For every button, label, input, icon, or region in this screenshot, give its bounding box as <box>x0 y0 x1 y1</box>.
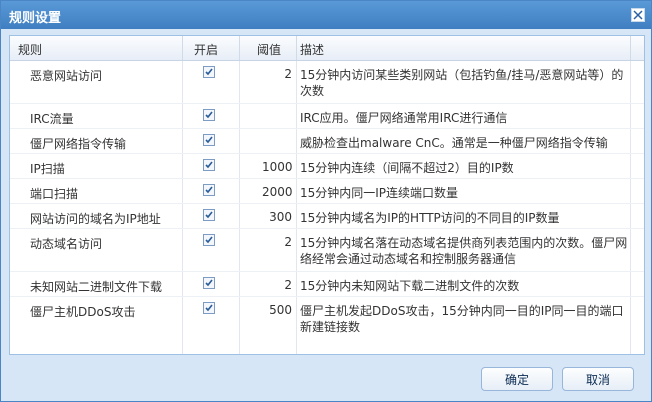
table-body: 恶意网站访问 2 15分钟内访问某些类别网站（包括钓鱼/挂马/恶意网站等）的次数… <box>10 61 644 354</box>
check-icon <box>205 304 213 312</box>
check-icon <box>205 236 213 244</box>
table-row[interactable]: 僵尸主机DDoS攻击 500 僵尸主机发起DDoS攻击，15分钟内同一目的IP同… <box>10 297 644 339</box>
close-icon <box>633 10 643 20</box>
table-row[interactable]: 动态域名访问 2 15分钟内域名落在动态域名提供商列表范围内的次数。僵尸网络经常… <box>10 229 644 271</box>
check-icon <box>205 111 213 119</box>
check-icon <box>205 211 213 219</box>
rule-description: 15分钟内域名为IP的HTTP访问的不同目的IP数量 <box>300 211 560 225</box>
col-threshold: 阈值 <box>257 43 282 57</box>
table-row[interactable]: 端口扫描 2000 15分钟内同一IP连续端口数量 <box>10 179 644 203</box>
check-icon <box>205 279 213 287</box>
dialog-title: 规则设置 <box>9 11 62 26</box>
rule-description: IRC应用。僵尸网络通常用IRC进行通信 <box>300 111 508 125</box>
rule-name: 网站访问的域名为IP地址 <box>30 212 161 226</box>
table-row[interactable]: 僵尸网络指令传输 威胁检查出malware CnC。通常是一种僵尸网络指令传输 <box>10 129 644 153</box>
rule-name: 端口扫描 <box>30 187 79 201</box>
rule-settings-dialog: 规则设置 规则 开启 阈值 描述 恶意网站访问 2 15分钟内访问某些类别网站（… <box>0 0 652 402</box>
enabled-checkbox[interactable] <box>203 159 215 171</box>
enabled-checkbox[interactable] <box>203 302 215 314</box>
table-row[interactable]: 未知网站二进制文件下载 2 15分钟内未知网站下载二进制文件的次数 <box>10 272 644 296</box>
threshold-value: 500 <box>269 303 292 317</box>
table-header: 规则 开启 阈值 描述 <box>10 36 644 61</box>
check-icon <box>205 186 213 194</box>
rule-description: 15分钟内访问某些类别网站（包括钓鱼/挂马/恶意网站等）的次数 <box>300 68 624 98</box>
rule-name: IRC流量 <box>30 112 74 126</box>
col-divider <box>239 36 240 60</box>
col-divider <box>182 36 183 60</box>
close-button[interactable] <box>631 8 645 22</box>
titlebar: 规则设置 <box>1 1 651 29</box>
table-row[interactable]: IRC流量 IRC应用。僵尸网络通常用IRC进行通信 <box>10 104 644 128</box>
rule-name: IP扫描 <box>30 162 65 176</box>
rule-name: 恶意网站访问 <box>30 69 103 83</box>
ok-button[interactable]: 确定 <box>481 367 553 391</box>
check-icon <box>205 161 213 169</box>
threshold-value: 300 <box>269 210 292 224</box>
col-description: 描述 <box>300 43 325 57</box>
enabled-checkbox[interactable] <box>203 209 215 221</box>
rule-name: 僵尸主机DDoS攻击 <box>30 305 136 319</box>
col-enabled: 开启 <box>194 43 219 57</box>
enabled-checkbox[interactable] <box>203 134 215 146</box>
rules-panel: 规则 开启 阈值 描述 恶意网站访问 2 15分钟内访问某些类别网站（包括钓鱼/… <box>9 35 645 355</box>
threshold-value: 2 <box>284 278 292 292</box>
cancel-button[interactable]: 取消 <box>562 367 634 391</box>
table-row[interactable]: IP扫描 1000 15分钟内连续（间隔不超过2）目的IP数 <box>10 154 644 178</box>
rule-description: 15分钟内连续（间隔不超过2）目的IP数 <box>300 161 514 175</box>
rule-description: 15分钟内域名落在动态域名提供商列表范围内的次数。僵尸网络经常会通过动态域名和控… <box>300 236 628 266</box>
threshold-value: 2 <box>284 235 292 249</box>
enabled-checkbox[interactable] <box>203 234 215 246</box>
check-icon <box>205 136 213 144</box>
enabled-checkbox[interactable] <box>203 66 215 78</box>
enabled-checkbox[interactable] <box>203 277 215 289</box>
table-row[interactable]: 网站访问的域名为IP地址 300 15分钟内域名为IP的HTTP访问的不同目的I… <box>10 204 644 228</box>
enabled-checkbox[interactable] <box>203 184 215 196</box>
col-rule: 规则 <box>18 43 43 57</box>
rule-name: 未知网站二进制文件下载 <box>30 280 163 294</box>
table-row[interactable]: 恶意网站访问 2 15分钟内访问某些类别网站（包括钓鱼/挂马/恶意网站等）的次数 <box>10 61 644 103</box>
rule-description: 威胁检查出malware CnC。通常是一种僵尸网络指令传输 <box>300 136 608 150</box>
rules-table: 规则 开启 阈值 描述 恶意网站访问 2 15分钟内访问某些类别网站（包括钓鱼/… <box>10 36 644 354</box>
enabled-checkbox[interactable] <box>203 109 215 121</box>
rule-description: 15分钟内同一IP连续端口数量 <box>300 186 459 200</box>
threshold-value: 1000 <box>262 160 293 174</box>
rule-name: 动态域名访问 <box>30 237 103 251</box>
threshold-value: 2000 <box>262 185 293 199</box>
rule-description: 僵尸主机发起DDoS攻击，15分钟内同一目的IP同一目的端口新建链接数 <box>300 304 624 334</box>
check-icon <box>205 68 213 76</box>
col-divider <box>630 36 631 60</box>
threshold-value: 2 <box>284 67 292 81</box>
rule-description: 15分钟内未知网站下载二进制文件的次数 <box>300 279 520 293</box>
rule-name: 僵尸网络指令传输 <box>30 137 127 151</box>
col-divider <box>296 36 297 60</box>
